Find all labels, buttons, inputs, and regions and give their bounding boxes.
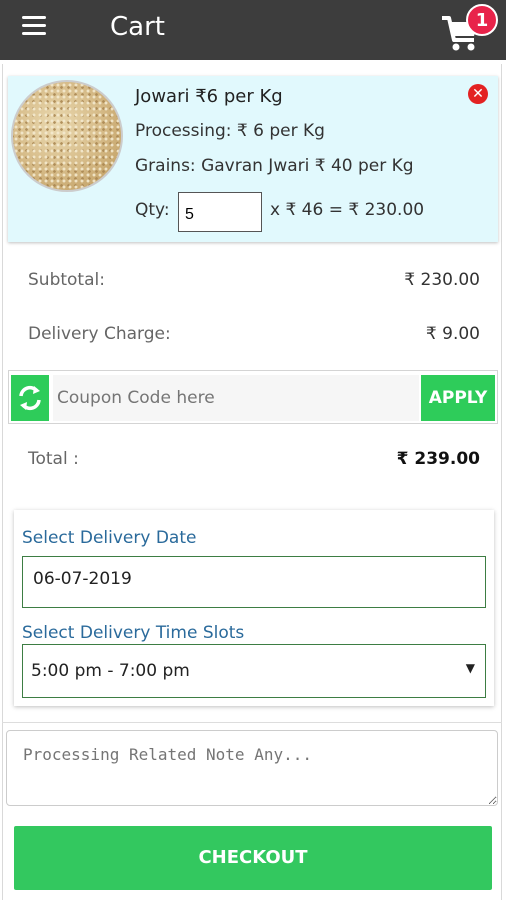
processing-note-input[interactable]: [6, 730, 498, 806]
time-slot-select[interactable]: 5:00 pm - 7:00 pm ▼: [22, 644, 486, 698]
checkout-button[interactable]: CHECKOUT: [14, 826, 492, 890]
total-value: ₹ 239.00: [396, 449, 480, 469]
menu-icon[interactable]: [22, 16, 46, 36]
delivery-charge-value: ₹ 9.00: [425, 324, 480, 344]
subtotal-value: ₹ 230.00: [404, 270, 480, 290]
delivery-charge-label: Delivery Charge:: [28, 324, 171, 344]
quantity-input[interactable]: [178, 192, 262, 232]
qty-label: Qty:: [135, 200, 170, 220]
product-image: [11, 80, 123, 192]
subtotal-row: Subtotal: ₹ 230.00: [28, 270, 480, 290]
divider: [2, 722, 502, 723]
top-bar: Cart 1: [0, 0, 506, 60]
coupon-bar: APPLY: [8, 370, 498, 424]
time-slot-value: 5:00 pm - 7:00 pm: [31, 661, 190, 681]
subtotal-label: Subtotal:: [28, 270, 105, 290]
coupon-code-input[interactable]: [53, 375, 419, 421]
grain-price: Grains: Gavran Jwari ₹ 40 per Kg: [135, 156, 414, 176]
dropdown-arrow-icon: ▼: [465, 661, 475, 675]
page-title: Cart: [110, 12, 165, 42]
remove-item-icon[interactable]: ✕: [468, 84, 488, 104]
delivery-charge-row: Delivery Charge: ₹ 9.00: [28, 324, 480, 344]
delivery-date-field[interactable]: 06-07-2019: [22, 556, 486, 608]
refresh-icon[interactable]: [11, 375, 49, 421]
cart-count-badge: 1: [466, 4, 498, 36]
apply-coupon-button[interactable]: APPLY: [421, 375, 495, 421]
cart-item: Jowari ₹6 per Kg Processing: ₹ 6 per Kg …: [8, 76, 498, 242]
delivery-options: Select Delivery Date 06-07-2019 Select D…: [14, 510, 494, 706]
line-total: x ₹ 46 = ₹ 230.00: [270, 200, 425, 220]
product-name: Jowari ₹6 per Kg: [135, 86, 283, 107]
time-slot-label: Select Delivery Time Slots: [22, 623, 245, 643]
processing-price: Processing: ₹ 6 per Kg: [135, 121, 325, 141]
total-label: Total :: [28, 449, 79, 469]
delivery-date-label: Select Delivery Date: [22, 528, 197, 548]
total-row: Total : ₹ 239.00: [28, 449, 480, 469]
